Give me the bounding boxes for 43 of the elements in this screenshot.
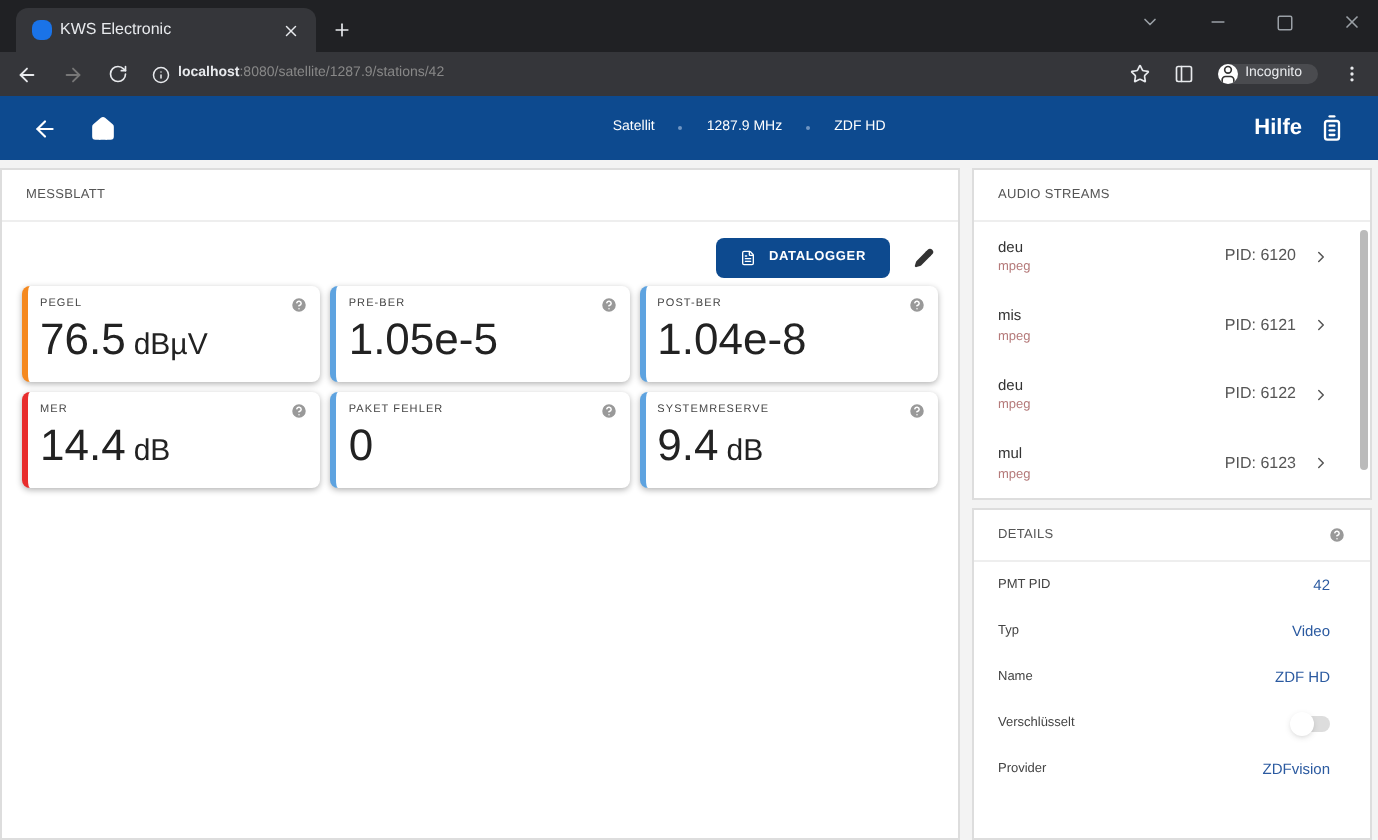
sidebar-icon[interactable] <box>1173 64 1194 84</box>
browser-tab[interactable]: KWS Electronic <box>16 8 316 52</box>
stream-pid: PID: 6123 <box>1224 451 1296 476</box>
favicon-icon <box>32 20 52 40</box>
close-icon[interactable] <box>282 21 300 39</box>
stream-pid: PID: 6121 <box>1224 313 1296 338</box>
help-icon[interactable] <box>1328 526 1346 544</box>
reload-icon[interactable] <box>108 64 128 84</box>
back-icon[interactable] <box>16 63 38 85</box>
maximize-icon[interactable] <box>1276 14 1294 32</box>
battery-icon <box>1318 114 1346 142</box>
chevron-right-icon <box>1312 247 1330 266</box>
document-icon <box>740 250 757 266</box>
scrollbar[interactable] <box>1360 230 1368 470</box>
help-icon[interactable] <box>290 296 309 314</box>
card-value: 14.4 dB <box>40 424 173 468</box>
home-icon[interactable] <box>90 115 116 141</box>
stream-pid: PID: 6120 <box>1224 244 1296 269</box>
edit-icon[interactable] <box>914 248 934 268</box>
chevron-right-icon <box>1312 454 1330 473</box>
card-value: 76.5 dBµV <box>40 318 210 362</box>
encrypted-switch[interactable] <box>1294 716 1330 732</box>
help-icon[interactable] <box>907 402 926 420</box>
new-tab-icon[interactable] <box>332 20 352 40</box>
chevron-right-icon <box>1312 316 1330 335</box>
forward-icon[interactable] <box>62 63 84 85</box>
help-link[interactable]: Hilfe <box>1254 111 1302 145</box>
close-icon[interactable] <box>1342 12 1362 32</box>
card-value: 1.05e-5 <box>348 318 500 362</box>
chevron-right-icon <box>1312 385 1330 404</box>
help-icon[interactable] <box>290 402 309 420</box>
card-value: 0 <box>348 424 376 468</box>
info-icon <box>152 65 170 83</box>
help-icon[interactable] <box>599 296 618 314</box>
card-value: 1.04e-8 <box>657 318 809 362</box>
help-icon[interactable] <box>599 402 618 420</box>
star-icon[interactable] <box>1129 64 1150 84</box>
back-icon[interactable] <box>32 115 58 141</box>
stream-pid: PID: 6122 <box>1224 382 1296 407</box>
tab-title: KWS Electronic <box>60 18 174 42</box>
help-icon[interactable] <box>907 296 926 314</box>
card-value: 9.4 dB <box>657 424 766 468</box>
person-icon <box>1217 64 1238 84</box>
